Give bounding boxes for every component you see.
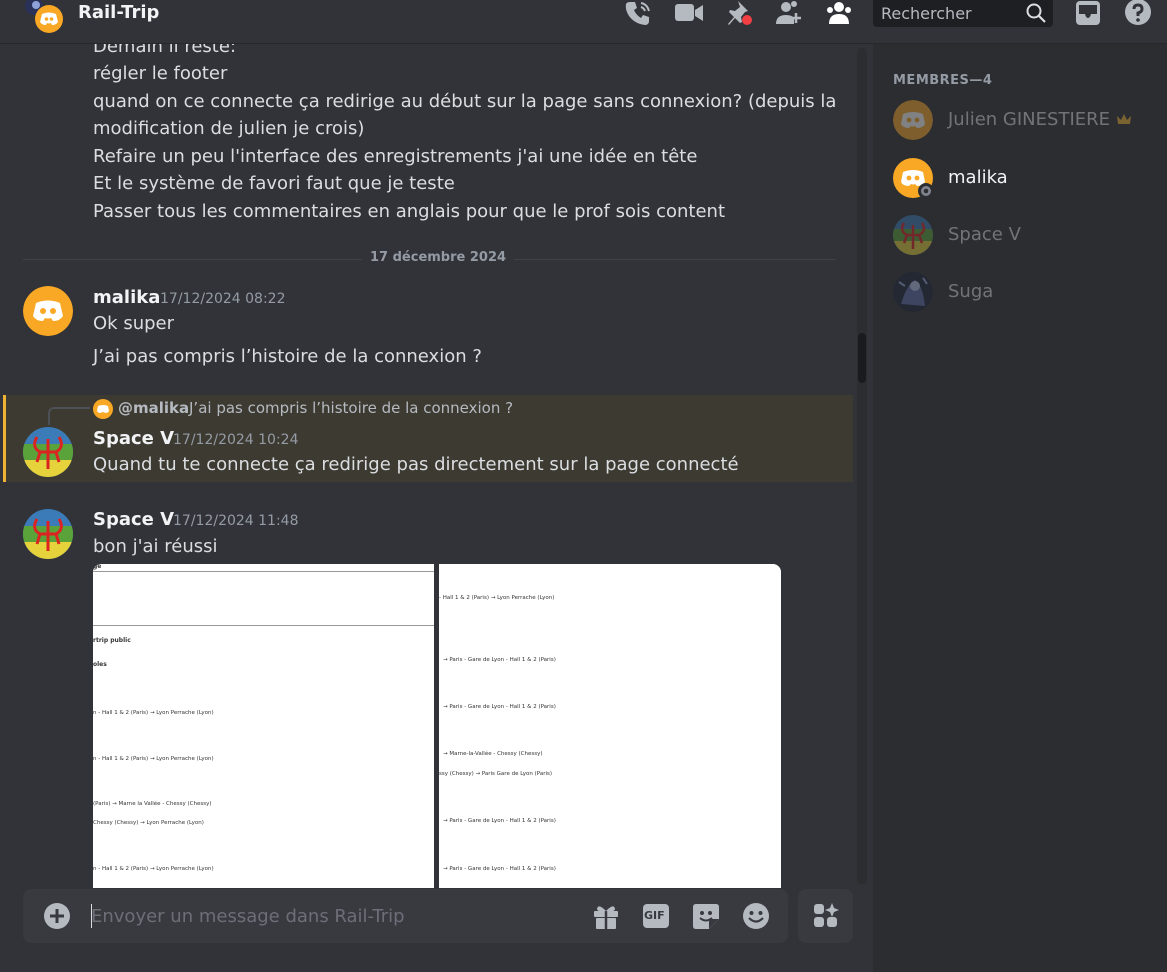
apps-button[interactable] xyxy=(798,889,853,943)
crown-icon xyxy=(1116,111,1132,130)
chat-area: Demain il reste: régler le footer quand … xyxy=(0,44,872,972)
member-list-icon[interactable] xyxy=(824,0,852,26)
search-input[interactable] xyxy=(881,4,1021,23)
message-composer[interactable]: GIF xyxy=(23,889,788,943)
member-item[interactable]: Suga xyxy=(873,269,1167,315)
attachment-text: ge xyxy=(93,564,102,570)
reply-author[interactable]: @malika xyxy=(118,399,189,417)
message-author[interactable]: Space V xyxy=(93,509,174,530)
attachment-text: → Paris - Gare de Lyon - Hall 1 & 2 (Par… xyxy=(443,818,556,824)
gif-label: GIF xyxy=(644,909,665,922)
attachment-text: n - Hall 1 & 2 (Paris) → Lyon Perrache (… xyxy=(93,866,214,872)
member-list: MEMBRES—4 Julien GINESTIERE malika Space… xyxy=(873,44,1167,972)
message-line: modification de julien je crois) xyxy=(93,118,365,139)
attachment-text: n - Hall 1 & 2 (Paris) → Lyon Perrache (… xyxy=(93,756,214,762)
search-icon xyxy=(1025,2,1047,24)
attachment-text: (Paris) → Marne la Vallée - Chessy (Ches… xyxy=(93,801,212,807)
reply-avatar xyxy=(93,399,113,419)
message-line: bon j'ai réussi xyxy=(93,536,218,557)
message-line: quand on ce connecte ça redirige au débu… xyxy=(93,91,837,112)
reply-preview[interactable]: J’ai pas compris l’histoire de la connex… xyxy=(189,399,513,417)
message-line: Passer tous les commentaires en anglais … xyxy=(93,201,726,222)
avatar[interactable] xyxy=(23,286,73,336)
text-caret xyxy=(91,904,92,928)
member-item[interactable]: malika xyxy=(873,155,1167,201)
message-timestamp: 17/12/2024 08:22 xyxy=(160,291,286,307)
attachment-divider xyxy=(93,625,434,626)
message-line: J’ai pas compris l’histoire de la connex… xyxy=(93,346,482,367)
avatar[interactable] xyxy=(23,427,73,477)
message-line: Et le système de favori faut que je test… xyxy=(93,173,455,194)
message-line: Quand tu te connecte ça redirige pas dir… xyxy=(93,454,739,475)
member-item[interactable]: Space V xyxy=(873,212,1167,258)
sticker-icon[interactable] xyxy=(691,901,721,931)
message-line: Demain il reste: xyxy=(93,44,237,57)
attachment-text: → Paris - Gare de Lyon - Hall 1 & 2 (Par… xyxy=(443,704,556,710)
pinned-messages-icon[interactable] xyxy=(724,0,752,26)
image-attachment[interactable]: ge rtrip public oles n - Hall 1 & 2 (Par… xyxy=(93,564,434,888)
avatar xyxy=(893,158,934,199)
message-timestamp: 17/12/2024 10:24 xyxy=(173,432,299,448)
avatar[interactable] xyxy=(23,509,73,559)
inbox-icon[interactable] xyxy=(1074,0,1102,26)
apps-icon xyxy=(811,901,841,931)
channel-title: Rail-Trip xyxy=(78,2,160,23)
attachment-text: n - Hall 1 & 2 (Paris) → Lyon Perrache (… xyxy=(93,710,214,716)
avatar xyxy=(893,215,933,255)
emoji-icon[interactable] xyxy=(741,901,771,931)
message-author[interactable]: malika xyxy=(93,287,160,308)
message-line: Ok super xyxy=(93,313,174,334)
message-line: régler le footer xyxy=(93,63,228,84)
message-line: Refaire un peu l'interface des enregistr… xyxy=(93,146,698,167)
avatar xyxy=(893,272,933,312)
video-call-icon[interactable] xyxy=(674,0,703,26)
message-author[interactable]: Space V xyxy=(93,428,174,449)
attachment-text: → Paris - Gare de Lyon - Hall 1 & 2 (Par… xyxy=(443,657,556,663)
image-attachment[interactable]: - Hall 1 & 2 (Paris) → Lyon Perrache (Ly… xyxy=(439,564,781,888)
voice-call-icon[interactable] xyxy=(624,0,652,26)
attachment-divider xyxy=(93,571,434,572)
reply-spine xyxy=(48,407,90,425)
date-divider-label: 17 décembre 2024 xyxy=(362,250,515,265)
member-name: malika xyxy=(948,167,1008,188)
chat-scrollbar[interactable] xyxy=(857,48,867,884)
attachment-text: → Marne-la-Vallée - Chessy (Chessy) xyxy=(443,751,543,757)
avatar xyxy=(893,100,933,140)
member-name: Space V xyxy=(948,224,1021,245)
member-name: Julien GINESTIERE xyxy=(948,109,1110,130)
member-item[interactable]: Julien GINESTIERE xyxy=(873,97,1167,143)
group-dm-icon xyxy=(22,0,64,36)
scrollbar-thumb[interactable] xyxy=(858,333,866,383)
attachment-text: oles xyxy=(93,661,107,668)
gift-icon[interactable] xyxy=(591,901,621,931)
attachment-text: → Paris - Gare de Lyon - Hall 1 & 2 (Par… xyxy=(443,866,556,872)
attachment-text: Chessy (Chessy) → Lyon Perrache (Lyon) xyxy=(93,820,204,826)
gif-icon[interactable]: GIF xyxy=(641,901,671,931)
add-friends-icon[interactable] xyxy=(774,0,802,26)
message-input[interactable] xyxy=(91,903,571,929)
channel-header: Rail-Trip xyxy=(0,0,1167,44)
member-name: Suga xyxy=(948,281,994,302)
attachment-text: ssy (Chessy) → Paris Gare de Lyon (Paris… xyxy=(439,771,552,777)
search-bar[interactable] xyxy=(873,0,1053,27)
member-list-header: MEMBRES—4 xyxy=(893,73,993,88)
status-badge xyxy=(918,183,934,199)
attachment-text: - Hall 1 & 2 (Paris) → Lyon Perrache (Ly… xyxy=(439,595,555,601)
help-icon[interactable] xyxy=(1124,0,1152,26)
attachment-text: rtrip public xyxy=(93,637,131,644)
message-timestamp: 17/12/2024 11:48 xyxy=(173,513,299,529)
add-attachment-icon[interactable] xyxy=(42,901,72,931)
